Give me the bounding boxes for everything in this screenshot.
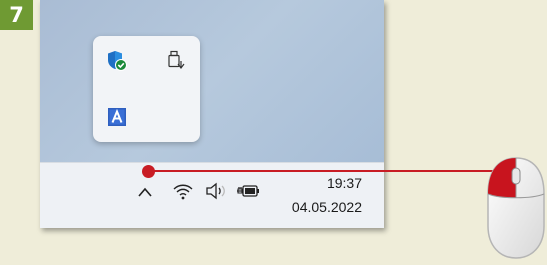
- windows-screen-crop: 19:37 04.05.2022: [40, 0, 384, 228]
- clock-date[interactable]: 04.05.2022: [292, 199, 362, 215]
- show-hidden-icons-chevron-icon[interactable]: [137, 185, 153, 204]
- clock-time[interactable]: 19:37: [327, 175, 362, 191]
- callout-pointer-line: [150, 170, 510, 172]
- step-number: 7: [9, 3, 24, 27]
- callout-target-dot: [142, 165, 155, 178]
- speaker-icon[interactable]: [204, 181, 228, 206]
- mouse-left-click-icon: [486, 156, 546, 265]
- desktop-background: [40, 0, 384, 162]
- windows-security-shield-icon[interactable]: [106, 50, 128, 72]
- step-number-badge: 7: [0, 0, 33, 30]
- hidden-icons-flyout: [93, 36, 200, 142]
- battery-plugged-icon[interactable]: [236, 181, 262, 206]
- wifi-icon[interactable]: [172, 181, 194, 206]
- usb-safely-remove-icon[interactable]: [164, 50, 186, 72]
- app-a-icon[interactable]: [106, 106, 128, 128]
